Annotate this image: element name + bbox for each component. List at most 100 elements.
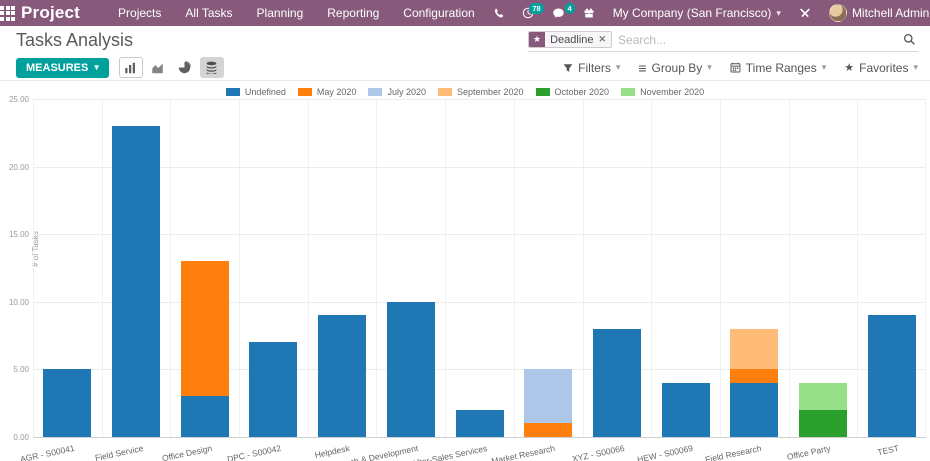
nav-item-all-tasks[interactable]: All Tasks: [175, 2, 242, 24]
y-axis-tick: 20.00: [0, 163, 29, 172]
app-brand[interactable]: Project: [21, 3, 80, 23]
apps-menu-button[interactable]: [0, 0, 15, 26]
search-facet-deadline[interactable]: ★ Deadline ✕: [528, 31, 612, 48]
chart-plot: # of Tasks 0.005.0010.0015.0020.0025.00A…: [33, 99, 926, 437]
bar-segment[interactable]: [730, 383, 778, 437]
gridline: [308, 99, 309, 437]
facet-star-icon: ★: [529, 32, 545, 47]
y-axis-tick: 15.00: [0, 230, 29, 239]
group-by-bars-icon: ≡: [638, 60, 646, 76]
bar-chart-view-button[interactable]: [119, 57, 143, 78]
nav-item-reporting[interactable]: Reporting: [317, 2, 389, 24]
chevron-down-icon: ▾: [776, 8, 781, 19]
filter-funnel-icon: [563, 63, 573, 73]
x-axis-label: Office Design: [161, 443, 213, 461]
search-input[interactable]: [612, 32, 903, 48]
activity-count-badge: 78: [529, 3, 543, 14]
pie-chart-view-button[interactable]: [173, 57, 197, 78]
legend-label: May 2020: [317, 87, 357, 97]
bar-segment[interactable]: [868, 315, 916, 437]
bar-segment[interactable]: [43, 369, 91, 437]
gridline: [651, 99, 652, 437]
nav-menu: Projects All Tasks Planning Reporting Co…: [108, 2, 485, 24]
x-axis-label: Market Research: [491, 443, 556, 461]
top-navbar: Project Projects All Tasks Planning Repo…: [0, 0, 930, 26]
x-axis-label: DPC - S00042: [226, 443, 282, 461]
legend-swatch: [621, 88, 635, 96]
gridline: [33, 437, 926, 438]
legend-swatch: [536, 88, 550, 96]
legend-item[interactable]: October 2020: [536, 86, 610, 97]
x-axis-label: Field Service: [94, 443, 144, 461]
search-icon[interactable]: [903, 33, 918, 46]
bar-segment[interactable]: [387, 302, 435, 437]
bar-segment[interactable]: [456, 410, 504, 437]
search-bar: ★ Deadline ✕: [528, 29, 918, 52]
apps-grid-icon: [0, 6, 15, 21]
bar-segment[interactable]: [799, 410, 847, 437]
phone-icon[interactable]: [485, 5, 512, 22]
nav-item-projects[interactable]: Projects: [108, 2, 171, 24]
bar-segment[interactable]: [318, 315, 366, 437]
gridline: [102, 99, 103, 437]
favorite-star-icon: ★: [844, 61, 854, 74]
legend-item[interactable]: Undefined: [226, 86, 286, 97]
developer-tools-icon[interactable]: [791, 4, 819, 22]
favorites-dropdown[interactable]: ★ Favorites ▾: [844, 61, 918, 75]
nav-item-configuration[interactable]: Configuration: [393, 2, 484, 24]
gridline: [33, 99, 926, 100]
tasks-analysis-chart: Undefined May 2020 July 2020 September 2020…: [0, 86, 930, 461]
view-toolbar: MEASURES ▾ Filters ▾ ≡ Group By ▾: [0, 55, 930, 81]
y-axis-tick: 10.00: [0, 298, 29, 307]
legend-label: Undefined: [245, 87, 286, 97]
chevron-down-icon: ▾: [707, 62, 712, 73]
group-by-dropdown[interactable]: ≡ Group By ▾: [638, 60, 711, 76]
gift-icon[interactable]: [575, 4, 603, 22]
legend-item[interactable]: July 2020: [368, 86, 426, 97]
gridline: [376, 99, 377, 437]
time-ranges-dropdown[interactable]: Time Ranges ▾: [730, 61, 826, 75]
gridline: [33, 234, 926, 235]
activities-clock-icon[interactable]: 78: [514, 4, 542, 22]
x-axis-label: TEST: [876, 443, 899, 457]
bar-segment[interactable]: [181, 396, 229, 437]
legend-label: October 2020: [555, 87, 610, 97]
bar-segment[interactable]: [112, 126, 160, 437]
bar-segment[interactable]: [181, 261, 229, 396]
company-switcher[interactable]: My Company (San Francisco) ▾: [605, 2, 789, 24]
bar-segment[interactable]: [249, 342, 297, 437]
bar-segment[interactable]: [593, 329, 641, 437]
gridline: [514, 99, 515, 437]
x-axis-label: AGR - S00041: [19, 443, 75, 461]
nav-item-planning[interactable]: Planning: [247, 2, 314, 24]
facet-label: Deadline: [550, 34, 593, 46]
chevron-down-icon: ▾: [616, 62, 621, 73]
user-menu[interactable]: Mitchell Admin ▾: [821, 0, 930, 26]
facet-remove-icon[interactable]: ✕: [599, 34, 607, 45]
bar-segment[interactable]: [730, 369, 778, 383]
y-axis-tick: 5.00: [0, 365, 29, 374]
gridline: [33, 302, 926, 303]
bar-segment[interactable]: [524, 369, 572, 423]
stacked-toggle-button[interactable]: [200, 57, 224, 78]
gridline: [720, 99, 721, 437]
measures-button[interactable]: MEASURES ▾: [16, 58, 109, 78]
gridline: [789, 99, 790, 437]
bar-segment[interactable]: [524, 423, 572, 437]
legend-item[interactable]: September 2020: [438, 86, 524, 97]
bar-segment[interactable]: [662, 383, 710, 437]
messages-icon[interactable]: 4: [544, 4, 573, 22]
legend-item[interactable]: November 2020: [621, 86, 704, 97]
x-axis-label: Field Research: [704, 443, 762, 461]
legend-item[interactable]: May 2020: [298, 86, 357, 97]
gridline: [33, 99, 34, 437]
line-chart-view-button[interactable]: [146, 57, 170, 78]
bar-segment[interactable]: [730, 329, 778, 370]
bar-segment[interactable]: [799, 383, 847, 410]
gridline: [33, 369, 926, 370]
calendar-icon: [730, 62, 741, 73]
legend-label: November 2020: [640, 87, 704, 97]
filters-dropdown[interactable]: Filters ▾: [563, 61, 620, 75]
page-title: Tasks Analysis: [16, 30, 133, 51]
y-axis-tick: 0.00: [0, 433, 29, 442]
